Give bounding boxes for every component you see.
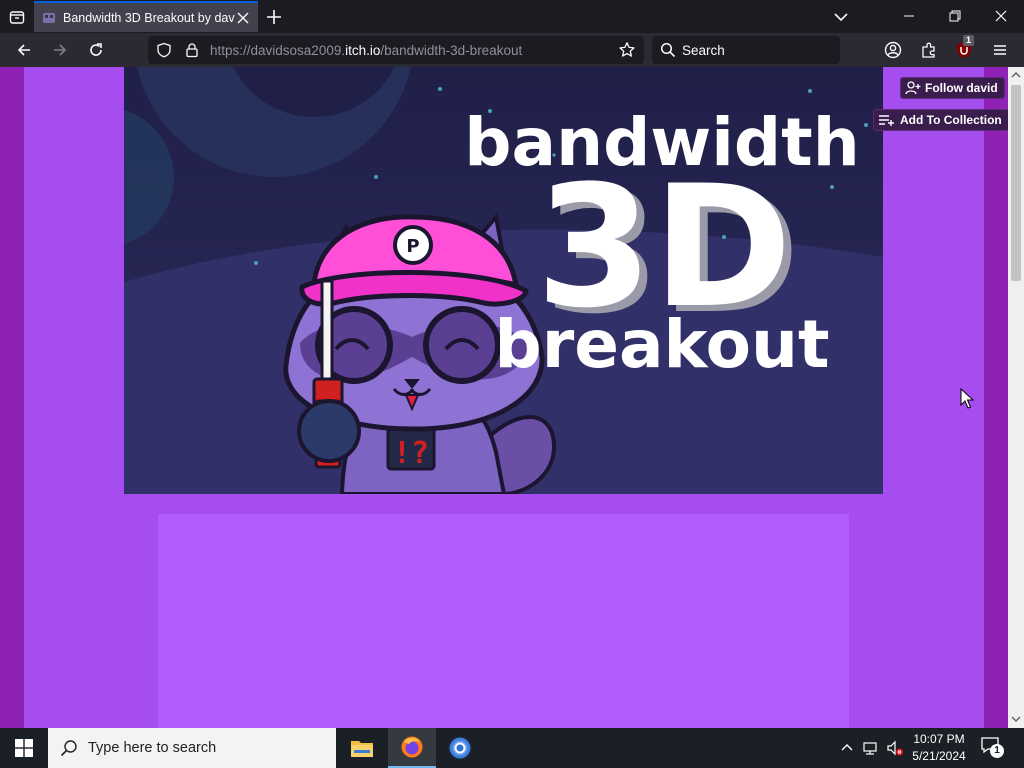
notification-count: 1 [990,744,1004,758]
mouse-cursor-icon [960,388,974,409]
firefox-view-icon[interactable] [4,4,30,30]
account-icon [884,41,902,59]
close-window-button[interactable] [978,0,1024,32]
clock-date: 5/21/2024 [912,749,966,763]
restore-icon [949,10,961,22]
lock-icon[interactable] [184,42,200,58]
taskbar-search-box[interactable]: Type here to search [48,728,336,768]
tab-bar: Bandwidth 3D Breakout by david [0,0,1024,33]
cap-badge-letter: P [406,236,419,257]
forward-button[interactable] [48,38,72,62]
itch-favicon-icon [43,12,55,23]
windows-logo-icon [15,739,33,757]
search-bar[interactable]: Search [652,36,840,64]
account-button[interactable] [881,38,905,62]
chevron-up-icon[interactable] [838,739,856,757]
url-prefix: https://davidsosa2009. [210,43,346,58]
windows-taskbar: Type here to search 10:07 PM 5/21/2024 1 [0,728,1024,768]
chevron-down-icon[interactable] [832,8,850,26]
sign-text: !? [393,436,429,471]
navigation-bar: https://davidsosa2009.itch.io/bandwidth-… [0,33,1024,67]
url-text: https://davidsosa2009.itch.io/bandwidth-… [210,43,522,58]
reload-button[interactable] [84,38,108,62]
add-to-collection-label: Add To Collection [900,113,1002,127]
ublock-extension-button[interactable]: 1 [952,35,976,62]
banner-artwork: bandwidth 3D 3D breakout !? P [124,67,883,494]
minimize-icon [904,15,914,17]
volume-muted-icon[interactable] [886,739,904,757]
network-icon[interactable] [862,739,880,757]
bookmark-star-icon[interactable] [618,41,636,59]
page-scrollbar[interactable] [1008,67,1024,728]
extension-badge: 1 [963,35,975,46]
reload-icon [90,43,102,56]
start-button[interactable] [0,728,48,768]
firefox-taskbar-button[interactable] [388,728,436,768]
banner-title-line3: breakout [494,306,829,383]
url-domain: itch.io [345,43,381,58]
minimize-button[interactable] [886,0,932,32]
follow-button-label: Follow david [925,81,998,95]
shield-icon[interactable] [156,42,172,58]
notifications-button[interactable]: 1 [980,736,1006,760]
close-icon [995,10,1007,22]
search-placeholder: Search [682,43,725,58]
url-bar[interactable]: https://davidsosa2009.itch.io/bandwidth-… [148,36,644,64]
extensions-button[interactable] [917,38,941,62]
scroll-down-icon[interactable] [1010,713,1022,725]
page-viewport: bandwidth 3D 3D breakout !? P Follow dav… [0,67,1008,728]
puzzle-icon [922,42,935,58]
clock-time: 10:07 PM [913,732,965,746]
add-user-icon [905,81,921,95]
add-to-collection-button[interactable]: Add To Collection [873,109,1008,131]
hamburger-menu-icon [994,45,1006,55]
arrow-left-icon [17,44,30,56]
new-tab-icon[interactable] [264,7,284,27]
taskbar-search-placeholder: Type here to search [88,740,217,756]
search-icon [60,740,77,757]
game-content-panel [158,514,849,728]
scroll-thumb[interactable] [1011,85,1021,281]
system-clock[interactable]: 10:07 PM 5/21/2024 [904,731,974,765]
restore-button[interactable] [932,0,978,32]
chrome-taskbar-button[interactable] [436,728,484,768]
folder-icon [351,741,373,757]
scroll-up-icon[interactable] [1010,69,1022,81]
tab-active[interactable]: Bandwidth 3D Breakout by david [34,1,258,32]
search-icon [660,42,676,58]
page-column: bandwidth 3D 3D breakout !? P Follow dav… [24,67,1008,728]
tab-title: Bandwidth 3D Breakout by david [63,10,235,25]
playlist-add-icon [879,115,894,126]
close-tab-icon[interactable] [236,11,250,25]
chrome-icon [449,737,471,759]
file-explorer-button[interactable] [338,728,386,768]
follow-button[interactable]: Follow david [900,77,1005,99]
url-path: /bandwidth-3d-breakout [380,43,523,58]
menu-button[interactable] [988,38,1012,62]
arrow-right-icon [54,44,67,56]
firefox-icon [401,736,423,758]
game-banner-image: bandwidth 3D 3D breakout !? P [124,67,883,494]
back-button[interactable] [12,38,36,62]
